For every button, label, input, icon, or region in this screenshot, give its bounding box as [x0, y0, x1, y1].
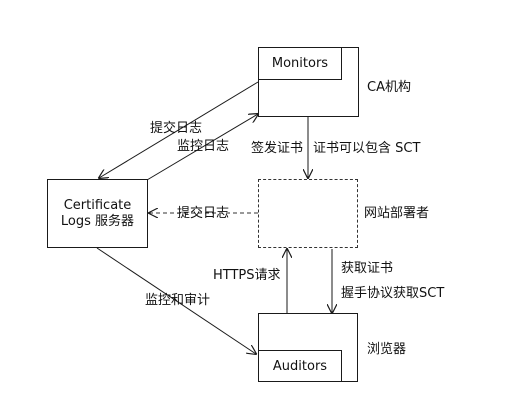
edge-label-get-cert: 获取证书 — [341, 261, 394, 276]
edge-label-submit-log-site: 提交日志 — [177, 206, 230, 221]
edge-label-https-request: HTTPS请求 — [213, 268, 281, 283]
edge-label-handshake-sct: 握手协议获取SCT — [341, 286, 445, 301]
edge-label-monitor-audit: 监控和审计 — [145, 293, 211, 308]
auditors-label: Auditors — [272, 359, 328, 374]
monitors-label: Monitors — [271, 56, 329, 71]
browser-label: 浏览器 — [367, 342, 407, 357]
website-deployer-label: 网站部署者 — [364, 206, 430, 221]
edge-label-issue-cert: 签发证书 — [251, 141, 304, 156]
edge-label-submit-log-ca: 提交日志 — [150, 121, 203, 136]
logs-server-label-line1: Certificate — [63, 198, 132, 213]
website-deployer-node — [258, 179, 358, 248]
ca-label: CA机构 — [367, 80, 411, 95]
logs-server-label-line2: Logs 服务器 — [60, 214, 135, 229]
edge-label-cert-sct: 证书可以包含 SCT — [313, 141, 421, 156]
edge-label-monitor-log: 监控日志 — [177, 139, 230, 154]
